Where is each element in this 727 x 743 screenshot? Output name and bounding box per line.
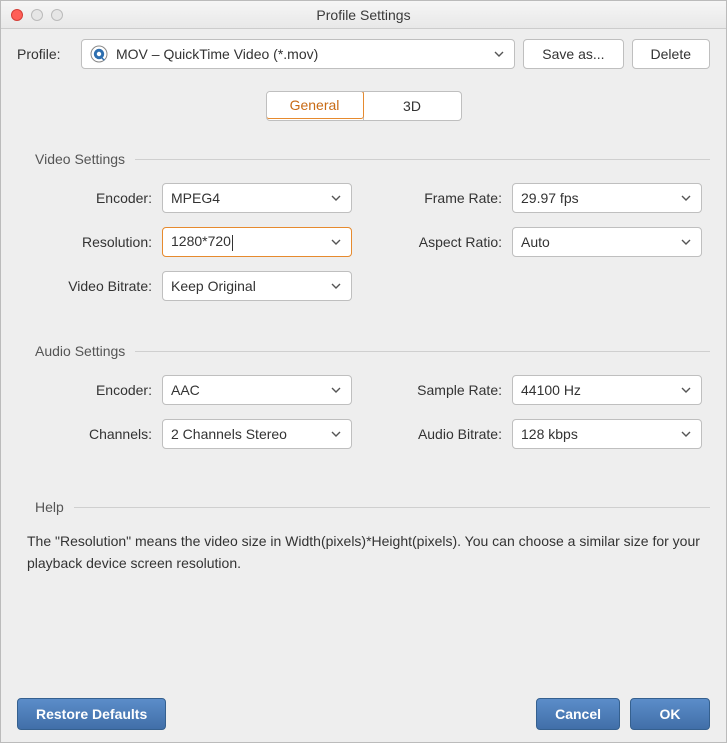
restore-defaults-label: Restore Defaults — [36, 706, 147, 722]
titlebar: Profile Settings — [1, 1, 726, 29]
sample-rate-select[interactable]: 44100 Hz — [512, 375, 702, 405]
cancel-button[interactable]: Cancel — [536, 698, 620, 730]
save-as-button[interactable]: Save as... — [523, 39, 623, 69]
text-cursor — [232, 235, 233, 251]
content-area: Profile: MOV – QuickTime Video (*.mov) S… — [1, 29, 726, 742]
channels-select[interactable]: 2 Channels Stereo — [162, 419, 352, 449]
aspect-ratio-value: Auto — [521, 234, 673, 250]
sample-rate-value: 44100 Hz — [521, 382, 673, 398]
video-settings-section: Video Settings Encoder: MPEG4 Frame Rate… — [17, 151, 710, 301]
delete-button[interactable]: Delete — [632, 39, 710, 69]
audio-settings-header: Audio Settings — [17, 343, 710, 359]
chevron-down-icon — [329, 191, 343, 205]
sample-rate-label: Sample Rate: — [392, 382, 512, 398]
frame-rate-label: Frame Rate: — [392, 190, 512, 206]
tab-general-label: General — [290, 97, 340, 113]
video-bitrate-value: Keep Original — [171, 278, 323, 294]
divider — [74, 507, 710, 508]
aspect-ratio-select[interactable]: Auto — [512, 227, 702, 257]
tab-3d[interactable]: 3D — [363, 92, 461, 120]
video-bitrate-select[interactable]: Keep Original — [162, 271, 352, 301]
save-as-label: Save as... — [542, 46, 604, 62]
profile-select[interactable]: MOV – QuickTime Video (*.mov) — [81, 39, 515, 69]
help-title: Help — [17, 499, 64, 515]
footer: Restore Defaults Cancel OK — [17, 684, 710, 730]
chevron-down-icon — [679, 383, 693, 397]
chevron-down-icon — [679, 427, 693, 441]
video-settings-header: Video Settings — [17, 151, 710, 167]
chevron-down-icon — [679, 191, 693, 205]
ok-button[interactable]: OK — [630, 698, 710, 730]
video-encoder-select[interactable]: MPEG4 — [162, 183, 352, 213]
resolution-select[interactable]: 1280*720 — [162, 227, 352, 257]
help-header: Help — [17, 499, 710, 515]
chevron-down-icon — [492, 47, 506, 61]
resolution-label: Resolution: — [17, 234, 162, 250]
help-section: Help The "Resolution" means the video si… — [17, 499, 710, 574]
tabs: General 3D — [266, 91, 462, 121]
audio-bitrate-label: Audio Bitrate: — [392, 426, 512, 442]
restore-defaults-button[interactable]: Restore Defaults — [17, 698, 166, 730]
channels-label: Channels: — [17, 426, 162, 442]
frame-rate-select[interactable]: 29.97 fps — [512, 183, 702, 213]
profile-select-value: MOV – QuickTime Video (*.mov) — [116, 46, 484, 62]
video-encoder-value: MPEG4 — [171, 190, 323, 206]
chevron-down-icon — [329, 427, 343, 441]
audio-settings-title: Audio Settings — [17, 343, 125, 359]
profile-row: Profile: MOV – QuickTime Video (*.mov) S… — [17, 39, 710, 69]
video-bitrate-label: Video Bitrate: — [17, 278, 162, 294]
ok-label: OK — [660, 706, 681, 722]
video-encoder-label: Encoder: — [17, 190, 162, 206]
audio-encoder-label: Encoder: — [17, 382, 162, 398]
chevron-down-icon — [329, 235, 343, 249]
profile-label: Profile: — [17, 46, 73, 62]
tab-3d-label: 3D — [403, 98, 421, 114]
audio-bitrate-select[interactable]: 128 kbps — [512, 419, 702, 449]
chevron-down-icon — [679, 235, 693, 249]
cancel-label: Cancel — [555, 706, 601, 722]
tab-row: General 3D — [17, 91, 710, 121]
chevron-down-icon — [329, 383, 343, 397]
audio-encoder-select[interactable]: AAC — [162, 375, 352, 405]
divider — [135, 351, 710, 352]
resolution-value: 1280*720 — [171, 233, 323, 250]
divider — [135, 159, 710, 160]
channels-value: 2 Channels Stereo — [171, 426, 323, 442]
tab-general[interactable]: General — [266, 91, 364, 119]
audio-settings-section: Audio Settings Encoder: AAC Sample Rate:… — [17, 343, 710, 449]
profile-settings-window: Profile Settings Profile: MOV – QuickTim… — [0, 0, 727, 743]
audio-encoder-value: AAC — [171, 382, 323, 398]
window-title: Profile Settings — [1, 7, 726, 23]
audio-fields: Encoder: AAC Sample Rate: 44100 Hz Chann… — [17, 375, 710, 449]
aspect-ratio-label: Aspect Ratio: — [392, 234, 512, 250]
quicktime-icon — [90, 45, 108, 63]
video-fields: Encoder: MPEG4 Frame Rate: 29.97 fps Res… — [17, 183, 710, 301]
chevron-down-icon — [329, 279, 343, 293]
audio-bitrate-value: 128 kbps — [521, 426, 673, 442]
frame-rate-value: 29.97 fps — [521, 190, 673, 206]
delete-label: Delete — [651, 46, 691, 62]
help-text: The "Resolution" means the video size in… — [17, 531, 710, 574]
video-settings-title: Video Settings — [17, 151, 125, 167]
